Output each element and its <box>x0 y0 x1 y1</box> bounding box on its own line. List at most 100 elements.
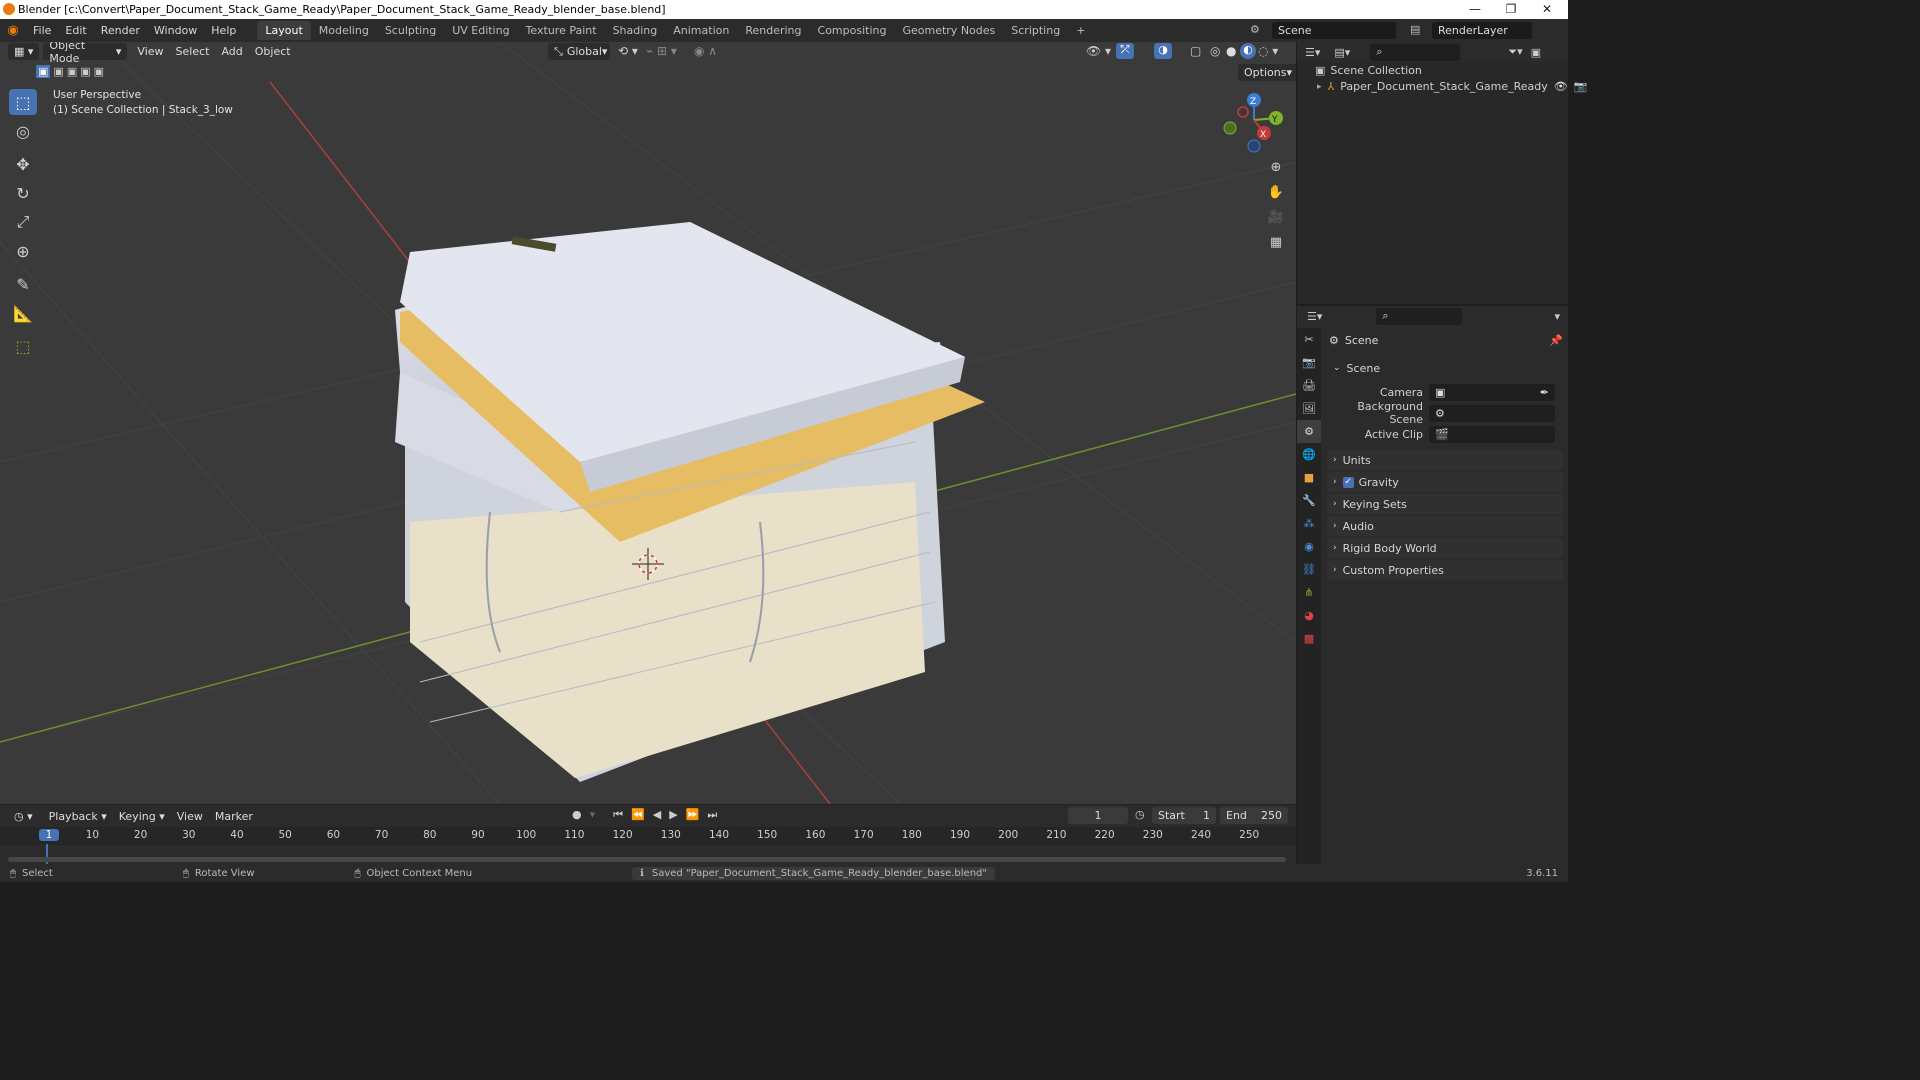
eye-visibility-icon[interactable]: 👁 <box>1554 80 1568 93</box>
keying-sets-panel[interactable]: › Keying Sets <box>1327 494 1563 514</box>
minimize-button[interactable]: — <box>1457 0 1493 19</box>
filter-icon[interactable]: ⏷▾ <box>1508 45 1522 59</box>
play-reverse-icon[interactable]: ◀ <box>653 808 661 822</box>
frame-ruler[interactable]: 1 10 20 30 40 50 60 70 80 90 100 110 120 130 140 150 160… <box>0 827 1296 866</box>
select-new-icon[interactable]: ▣ <box>36 65 51 78</box>
selection-mode-buttons[interactable]: ▣ ▣ ▣ ▣ ▣ <box>36 65 104 78</box>
material-preview-icon[interactable]: ◐ <box>1240 43 1256 59</box>
scene-selector[interactable]: Scene <box>1272 22 1396 39</box>
measure-tool-icon[interactable]: 📐 <box>9 300 37 326</box>
tab-rendering[interactable]: Rendering <box>737 21 809 40</box>
display-mode-icon[interactable]: ▤▾ <box>1334 46 1350 59</box>
gravity-checkbox[interactable]: ✓ <box>1342 476 1354 488</box>
modifier-tab-icon[interactable]: 🔧 <box>1297 489 1321 512</box>
prev-keyframe-icon[interactable]: ⏪ <box>631 808 645 822</box>
physics-tab-icon[interactable]: ◉ <box>1297 535 1321 558</box>
camera-field[interactable]: ▣ ✒ <box>1429 383 1555 401</box>
annotate-tool-icon[interactable]: ✎ <box>9 271 37 297</box>
menu-view[interactable]: View <box>131 45 169 58</box>
tab-texture-paint[interactable]: Texture Paint <box>518 21 605 40</box>
particles-tab-icon[interactable]: ⁂ <box>1297 512 1321 535</box>
tab-geometry-nodes[interactable]: Geometry Nodes <box>894 21 1003 40</box>
select-intersect-icon[interactable]: ▣ <box>94 65 104 78</box>
tool-tab-icon[interactable]: ✂ <box>1297 328 1321 351</box>
jump-end-icon[interactable]: ⏭ <box>707 808 717 822</box>
properties-options-icon[interactable]: ▾ <box>1554 310 1560 323</box>
custom-properties-panel[interactable]: › Custom Properties <box>1327 560 1563 580</box>
select-extend-icon[interactable]: ▣ <box>53 65 63 78</box>
tab-scripting[interactable]: Scripting <box>1003 21 1068 40</box>
keying-options-icon[interactable]: ▾ <box>590 808 596 822</box>
menu-file[interactable]: File <box>26 24 58 37</box>
menu-timeline-view[interactable]: View <box>171 810 209 823</box>
constraints-tab-icon[interactable]: ⛓ <box>1297 558 1321 581</box>
tab-shading[interactable]: Shading <box>605 21 666 40</box>
audio-panel[interactable]: › Audio <box>1327 516 1563 536</box>
select-box-tool-icon[interactable]: ⬚ <box>9 89 37 115</box>
units-panel[interactable]: › Units <box>1327 450 1563 470</box>
next-keyframe-icon[interactable]: ⏩ <box>686 808 700 822</box>
object-mode-select[interactable]: Object Mode ▾ <box>43 42 128 65</box>
texture-tab-icon[interactable]: ▩ <box>1297 627 1321 650</box>
current-frame-indicator[interactable]: 1 <box>39 829 59 841</box>
pan-hand-icon[interactable]: ✋ <box>1265 181 1287 203</box>
rigid-body-world-panel[interactable]: › Rigid Body World <box>1327 538 1563 558</box>
jump-start-icon[interactable]: ⏮ <box>613 808 623 822</box>
scene-tab-icon[interactable]: ⚙ <box>1297 420 1321 443</box>
menu-add[interactable]: Add <box>215 45 248 58</box>
gravity-panel[interactable]: › ✓ Gravity <box>1327 472 1563 492</box>
playhead-line[interactable] <box>46 844 48 866</box>
move-tool-icon[interactable]: ✥ <box>9 151 37 177</box>
paper-stack-model[interactable] <box>395 222 985 782</box>
maximize-button[interactable]: ❐ <box>1493 0 1529 19</box>
solid-shading-icon[interactable]: ● <box>1226 44 1236 58</box>
world-tab-icon[interactable]: 🌐 <box>1297 443 1321 466</box>
renderlayer-selector[interactable]: RenderLayer <box>1432 22 1532 39</box>
view-layer-tab-icon[interactable]: 🖼 <box>1297 397 1321 420</box>
xray-icon[interactable]: ▢ <box>1190 44 1201 58</box>
gizmo-toggle-icon[interactable]: ⤱ <box>1116 43 1134 59</box>
menu-playback[interactable]: Playback ▾ <box>43 810 113 823</box>
overlay-toggle-icon[interactable]: ◑ <box>1154 43 1172 59</box>
snap-icon[interactable]: ⌁ ⊞ ▾ <box>646 44 677 58</box>
timeline-editor-icon[interactable]: ◷ ▾ <box>8 807 39 825</box>
properties-search-input[interactable]: ⌕ <box>1376 307 1463 325</box>
close-button[interactable]: ✕ <box>1529 0 1565 19</box>
cursor-tool-icon[interactable]: ◎ <box>9 118 37 144</box>
add-workspace-button[interactable]: + <box>1068 21 1093 40</box>
auto-keying-icon[interactable]: ● <box>572 808 582 822</box>
wireframe-shading-icon[interactable]: ◎ <box>1210 44 1220 58</box>
play-icon[interactable]: ▶ <box>669 808 677 822</box>
tab-uv-editing[interactable]: UV Editing <box>444 21 517 40</box>
select-subtract-icon[interactable]: ▣ <box>67 65 77 78</box>
zoom-icon[interactable]: ⊕ <box>1265 156 1287 178</box>
outliner-search-input[interactable]: ⌕ <box>1370 43 1461 61</box>
proportional-edit-icon[interactable]: ◉ ∧ <box>694 44 717 58</box>
data-tab-icon[interactable]: ⋔ <box>1297 581 1321 604</box>
scale-tool-icon[interactable]: ⤢ <box>9 209 37 235</box>
pin-icon[interactable]: 📌 <box>1549 334 1563 347</box>
menu-select[interactable]: Select <box>170 45 216 58</box>
current-frame-field[interactable]: 1 <box>1068 807 1128 824</box>
menu-edit[interactable]: Edit <box>58 24 93 37</box>
new-collection-icon[interactable]: ▣ <box>1531 46 1541 59</box>
add-cube-tool-icon[interactable]: ⬚ <box>9 333 37 359</box>
menu-window[interactable]: Window <box>147 24 204 37</box>
blender-menu-icon[interactable]: ◉ <box>0 23 26 38</box>
menu-marker[interactable]: Marker <box>209 810 259 823</box>
scene-section-header[interactable]: ⌄ Scene <box>1327 358 1563 378</box>
preview-range-icon[interactable]: ◷ <box>1135 808 1145 821</box>
menu-object[interactable]: Object <box>249 45 297 58</box>
outliner-editor-icon[interactable]: ☰▾ <box>1305 46 1320 59</box>
editor-type-button[interactable]: ▦ ▾ <box>8 43 40 60</box>
menu-keying[interactable]: Keying ▾ <box>113 810 171 823</box>
perspective-grid-icon[interactable]: ▦ <box>1265 231 1287 253</box>
output-tab-icon[interactable]: 🖨 <box>1297 374 1321 397</box>
end-frame-field[interactable]: End 250 <box>1220 807 1288 824</box>
render-camera-icon[interactable]: 📷 <box>1574 80 1588 93</box>
object-tab-icon[interactable]: ■ <box>1297 466 1321 489</box>
background-scene-field[interactable]: ⚙ <box>1429 404 1555 422</box>
transform-orientation-select[interactable]: ⤡ Global ▾ <box>548 43 610 60</box>
transform-tool-icon[interactable]: ⊕ <box>9 238 37 264</box>
rotate-tool-icon[interactable]: ↻ <box>9 180 37 206</box>
